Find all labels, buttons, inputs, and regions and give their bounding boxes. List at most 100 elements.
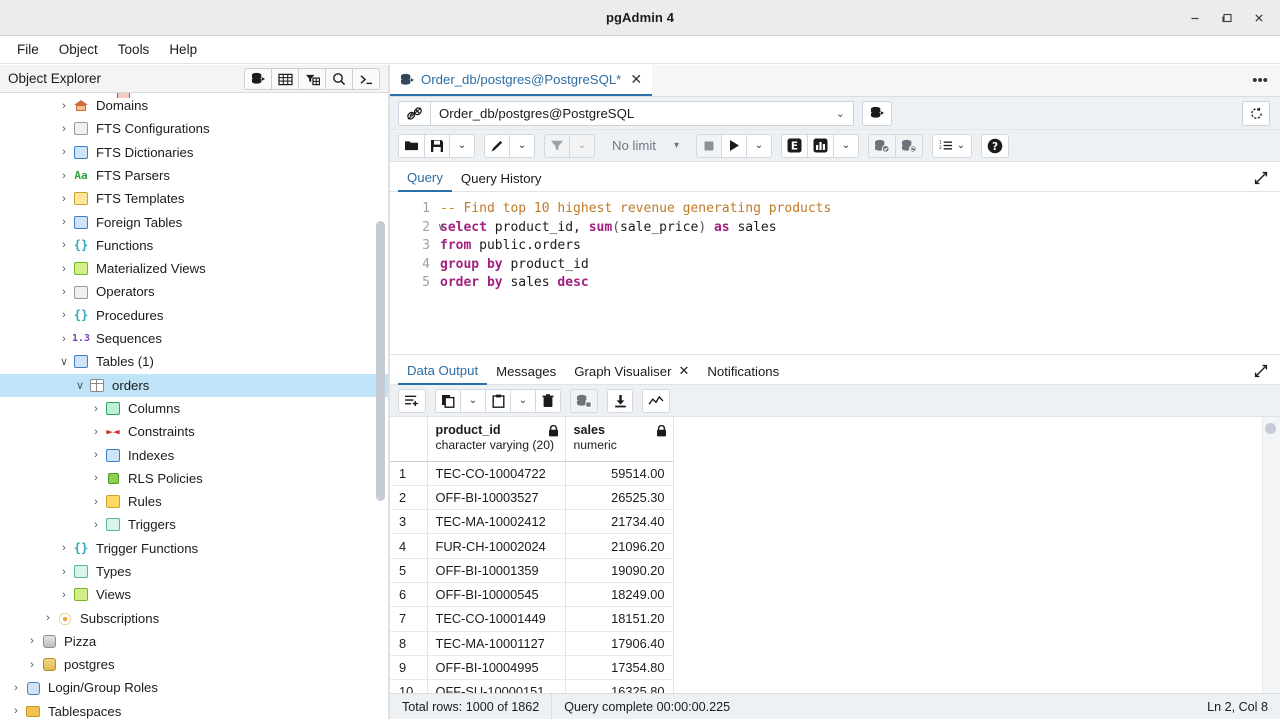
- tab-data-output[interactable]: Data Output: [398, 363, 488, 385]
- tree-item-fts-parsers[interactable]: › Aa FTS Parsers: [0, 164, 388, 187]
- cell-product-id[interactable]: TEC-MA-10001127: [427, 631, 566, 656]
- cell-sales[interactable]: 18249.00: [565, 582, 674, 608]
- maximize-button[interactable]: [1212, 3, 1242, 33]
- help-button[interactable]: ?: [981, 133, 1009, 158]
- cell-product-id[interactable]: FUR-CH-10002024: [427, 533, 566, 559]
- cell-sales[interactable]: 26525.30: [565, 485, 674, 511]
- tab-query-history[interactable]: Query History: [452, 171, 551, 191]
- cell-sales[interactable]: 21096.20: [565, 533, 674, 559]
- tree-expand-arrow-icon[interactable]: ›: [24, 659, 40, 671]
- tree-scrollbar[interactable]: [376, 221, 385, 501]
- cell-sales[interactable]: 21734.40: [565, 509, 674, 535]
- table-row[interactable]: 7 TEC-CO-10001449 18151.20: [390, 606, 674, 632]
- tree-expand-arrow-icon[interactable]: ›: [88, 426, 104, 438]
- tree-expand-arrow-icon[interactable]: ›: [88, 449, 104, 461]
- cell-sales[interactable]: 19090.20: [565, 558, 674, 583]
- tree-item-tables-1[interactable]: ∨ Tables (1): [0, 350, 388, 373]
- tree-expand-arrow-icon[interactable]: ›: [56, 146, 72, 158]
- execute-chevron[interactable]: ⌄: [746, 133, 772, 158]
- tree-item-pizza[interactable]: › Pizza: [0, 630, 388, 653]
- macros-button[interactable]: 12 ⌄: [932, 133, 972, 158]
- new-connection-icon[interactable]: [862, 100, 892, 126]
- rollback-button[interactable]: [895, 133, 923, 158]
- tree-item-columns[interactable]: › Columns: [0, 397, 388, 420]
- tree-item-domains[interactable]: › Domains: [0, 94, 388, 117]
- table-row[interactable]: 9 OFF-BI-10004995 17354.80: [390, 655, 674, 681]
- tree-item-views[interactable]: › Views: [0, 583, 388, 606]
- query-tab[interactable]: Order_db/postgres@PostgreSQL* ✕: [390, 65, 653, 96]
- tree-expand-arrow-icon[interactable]: ›: [56, 309, 72, 321]
- sql-code[interactable]: -- Find top 10 highest revenue generatin…: [434, 192, 1280, 354]
- tab-messages[interactable]: Messages: [487, 364, 565, 384]
- tree-item-fts-templates[interactable]: › FTS Templates: [0, 187, 388, 210]
- filter-table-icon[interactable]: [298, 68, 326, 90]
- menu-file[interactable]: File: [8, 39, 48, 60]
- tree-expand-arrow-icon[interactable]: ›: [88, 519, 104, 531]
- tree-expand-arrow-icon[interactable]: ›: [56, 216, 72, 228]
- disconnect-icon[interactable]: [398, 100, 430, 126]
- tree-item-fts-configurations[interactable]: › FTS Configurations: [0, 117, 388, 140]
- cell-product-id[interactable]: OFF-BI-10004995: [427, 655, 566, 681]
- tree-expand-arrow-icon[interactable]: ›: [56, 193, 72, 205]
- tree-item-indexes[interactable]: › Indexes: [0, 443, 388, 466]
- open-file-button[interactable]: [398, 133, 425, 158]
- cell-sales[interactable]: 18151.20: [565, 606, 674, 632]
- results-grid[interactable]: product_id character varying (20) sales …: [390, 417, 1280, 693]
- copy-button[interactable]: [435, 388, 461, 413]
- row-limit-select[interactable]: No limit ▾: [604, 134, 687, 158]
- output-expand-icon[interactable]: [1254, 364, 1268, 378]
- save-file-chevron[interactable]: ⌄: [449, 133, 475, 158]
- cell-sales[interactable]: 17354.80: [565, 655, 674, 681]
- grid-table-icon[interactable]: [271, 68, 299, 90]
- sql-editor[interactable]: 1 2 ∨ 3 4 5 -- Find top 10 highest revenue ge…: [390, 192, 1280, 354]
- server-connect-icon[interactable]: [244, 68, 272, 90]
- add-row-button[interactable]: [398, 388, 426, 413]
- reset-layout-icon[interactable]: [1242, 100, 1270, 126]
- explain-button[interactable]: E: [781, 133, 808, 158]
- filter-button[interactable]: [544, 133, 570, 158]
- terminal-icon[interactable]: [352, 68, 380, 90]
- close-button[interactable]: [1244, 3, 1274, 33]
- tree-expand-arrow-icon[interactable]: ›: [56, 589, 72, 601]
- tree-expand-arrow-icon[interactable]: ∨: [56, 355, 72, 368]
- tab-graph-visualiser[interactable]: Graph Visualiser ✕: [565, 363, 698, 384]
- table-row[interactable]: 8 TEC-MA-10001127 17906.40: [390, 631, 674, 656]
- object-tree[interactable]: › Domains › FTS Configurations › FTS Dictiona…: [0, 93, 388, 719]
- cell-product-id[interactable]: OFF-BI-10000545: [427, 582, 566, 608]
- download-button[interactable]: [607, 388, 633, 413]
- query-tab-menu-icon[interactable]: • • •: [1252, 65, 1268, 97]
- table-row[interactable]: 4 FUR-CH-10002024 21096.20: [390, 533, 674, 559]
- table-row[interactable]: 6 OFF-BI-10000545 18249.00: [390, 582, 674, 608]
- editor-expand-icon[interactable]: [1254, 171, 1268, 185]
- search-icon[interactable]: [325, 68, 353, 90]
- tree-item-triggers[interactable]: › Triggers: [0, 513, 388, 536]
- table-row[interactable]: 1 TEC-CO-10004722 59514.00: [390, 461, 674, 486]
- grid-vertical-scrollbar-track[interactable]: [1262, 417, 1280, 693]
- table-row[interactable]: 5 OFF-BI-10001359 19090.20: [390, 558, 674, 583]
- tree-expand-arrow-icon[interactable]: ∨: [72, 379, 88, 392]
- paste-button[interactable]: [485, 388, 511, 413]
- tree-expand-arrow-icon[interactable]: ›: [88, 496, 104, 508]
- tree-item-materialized-views[interactable]: › Materialized Views: [0, 257, 388, 280]
- tree-expand-arrow-icon[interactable]: ›: [56, 566, 72, 578]
- table-row[interactable]: 3 TEC-MA-10002412 21734.40: [390, 509, 674, 535]
- delete-row-button[interactable]: [535, 388, 561, 413]
- tree-item-login-group-roles[interactable]: › Login/Group Roles: [0, 676, 388, 699]
- menu-object[interactable]: Object: [50, 39, 107, 60]
- cell-product-id[interactable]: OFF-BI-10003527: [427, 485, 566, 511]
- tree-item-subscriptions[interactable]: › ⦿ Subscriptions: [0, 607, 388, 630]
- fold-arrow-icon[interactable]: ∨: [438, 219, 445, 238]
- tree-item-orders[interactable]: ∨ orders: [0, 373, 388, 397]
- paste-chevron[interactable]: ⌄: [510, 388, 536, 413]
- minimize-button[interactable]: [1180, 3, 1210, 33]
- stop-button[interactable]: [696, 133, 722, 158]
- tree-expand-arrow-icon[interactable]: ›: [56, 239, 72, 251]
- menu-help[interactable]: Help: [160, 39, 206, 60]
- cell-sales[interactable]: 17906.40: [565, 631, 674, 656]
- tree-item-tablespaces[interactable]: › Tablespaces: [0, 700, 388, 719]
- tab-notifications[interactable]: Notifications: [698, 364, 788, 384]
- tab-query[interactable]: Query: [398, 170, 452, 192]
- explain-analyze-button[interactable]: [807, 133, 834, 158]
- tree-item-operators[interactable]: › Operators: [0, 280, 388, 303]
- explain-chevron[interactable]: ⌄: [833, 133, 859, 158]
